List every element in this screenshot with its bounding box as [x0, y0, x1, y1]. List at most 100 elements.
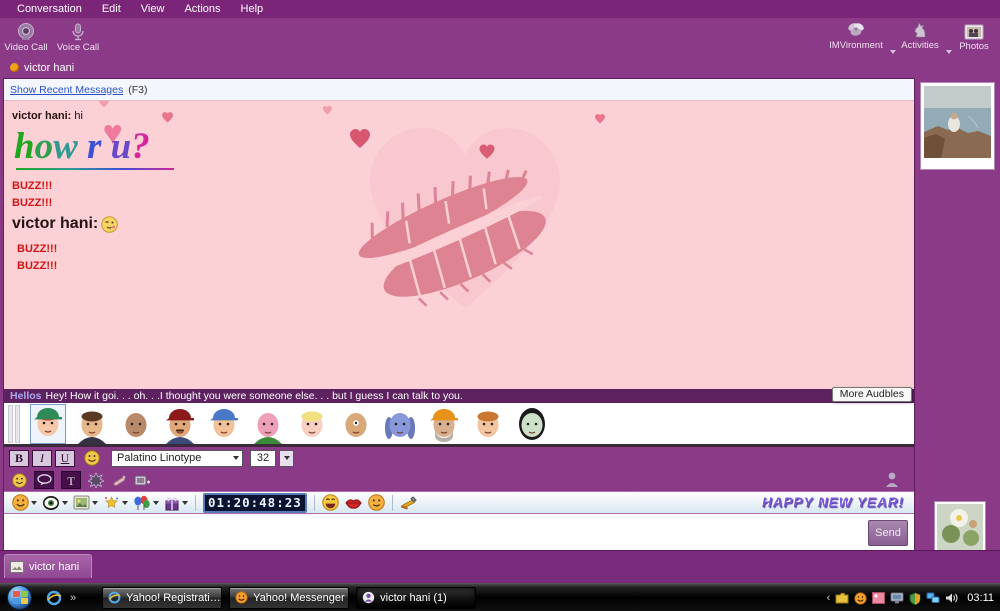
emoticon-icon[interactable] — [12, 473, 27, 488]
buzz-message: BUZZ!!! — [12, 180, 914, 193]
laugh-emoticon[interactable] — [322, 494, 339, 511]
audible-bubble-icon[interactable] — [34, 471, 54, 489]
security-shield-icon[interactable] — [909, 592, 921, 605]
plugin-strip: 01:20:48:23 HAPPY NEW YEAR! — [4, 491, 914, 513]
chevron-down-icon — [182, 501, 188, 505]
volume-icon[interactable] — [945, 592, 958, 604]
lips-kiss-icon[interactable] — [344, 496, 363, 510]
chat-message: victor hani: hi — [12, 109, 914, 123]
avatar-scroll-left-2[interactable] — [15, 405, 20, 443]
contact-display-image — [921, 83, 994, 169]
smiley-emoticon[interactable] — [368, 494, 385, 511]
avatar-bald-man[interactable] — [118, 404, 154, 444]
taskbar-button-yahoo-registration[interactable]: Yahoo! Registration ... — [102, 587, 222, 609]
menu-conversation[interactable]: Conversation — [8, 2, 91, 16]
chevron-down-icon — [284, 456, 290, 460]
new-year-countdown-timer: 01:20:48:23 — [203, 493, 307, 513]
messenger-contact-icon — [362, 591, 375, 604]
im-feature-bar: T — [4, 469, 914, 491]
avatar-pink-round-man[interactable] — [250, 404, 286, 444]
display-tray-icon[interactable] — [890, 592, 904, 604]
avatar-cyclops-man[interactable] — [338, 404, 374, 444]
ie-icon[interactable] — [46, 590, 62, 606]
voice-call-button[interactable]: Voice Call — [52, 19, 104, 56]
recent-messages-bar: Show Recent Messages (F3) — [4, 79, 914, 101]
chevron-down-icon — [62, 501, 68, 505]
avatar-orange-hat-beard-man[interactable] — [426, 404, 462, 444]
chat-history[interactable]: victor hani: hi how r u? BUZZ!!! BUZZ!!!… — [4, 101, 914, 389]
imvironment-button[interactable]: IMVironment — [824, 17, 888, 54]
avatar-blonde-blue-cap[interactable] — [206, 404, 242, 444]
start-button[interactable] — [7, 585, 32, 610]
avatar-girl-green-cap[interactable] — [30, 404, 66, 444]
contact-photo-icon[interactable] — [884, 471, 900, 488]
buzz-icon[interactable] — [88, 472, 104, 488]
activities-button[interactable]: Activities — [896, 17, 944, 54]
taskbar-clock[interactable]: 03:11 — [967, 592, 994, 604]
chess-knight-icon — [912, 21, 928, 39]
desktop: Conversation Edit View Actions Help Vide… — [0, 0, 1000, 611]
photos-icon — [964, 24, 984, 40]
tools-icon[interactable] — [400, 495, 418, 511]
photo-tab-icon — [10, 561, 24, 573]
text-style-icon[interactable]: T — [61, 471, 81, 489]
font-size-dropdown-button[interactable] — [279, 450, 294, 467]
message-input-row: Send — [4, 513, 914, 551]
taskbar-button-yahoo-messenger[interactable]: Yahoo! Messenger — [229, 587, 349, 609]
avatar-man-red-hat[interactable] — [162, 404, 198, 444]
recent-messages-shortcut: (F3) — [128, 84, 147, 96]
bold-button[interactable]: B — [9, 450, 29, 467]
ink-pen-icon[interactable] — [111, 473, 127, 488]
yahoo-tray-icon[interactable] — [854, 592, 867, 605]
photos-button[interactable]: Photos — [952, 19, 996, 56]
conversation-tab[interactable]: victor hani — [4, 554, 92, 578]
balloons-icon[interactable] — [133, 495, 159, 511]
buzz-message: BUZZ!!! — [17, 260, 914, 273]
microphone-icon — [68, 23, 88, 41]
avatar-orange-hair-woman[interactable] — [470, 404, 506, 444]
font-color-smiley-icon[interactable] — [84, 450, 100, 466]
gift-icon[interactable] — [164, 495, 188, 511]
chevron-down-icon — [153, 501, 159, 505]
avatar-scroll-left[interactable] — [8, 405, 13, 443]
audible-avatar-strip — [4, 403, 914, 447]
menu-help[interactable]: Help — [232, 2, 273, 16]
avatar-blue-dog[interactable] — [382, 404, 418, 444]
send-button[interactable]: Send — [868, 520, 908, 546]
message-input[interactable] — [6, 516, 866, 549]
photo-share-icon[interactable] — [73, 495, 98, 510]
system-tray: ‹ 03:11 — [827, 584, 994, 611]
tray-overflow-chevron[interactable]: ‹ — [827, 592, 831, 604]
folder-icon[interactable] — [835, 592, 849, 604]
audible-text: Hey! How it goi. . . oh. . .I thought yo… — [46, 390, 463, 402]
font-family-select[interactable]: Palatino Linotype — [111, 450, 243, 467]
chevron-down-icon — [31, 501, 37, 505]
network-icon[interactable] — [926, 592, 940, 604]
avatar-baby-blonde[interactable] — [294, 404, 330, 444]
photo-tray-icon[interactable] — [872, 592, 885, 604]
video-call-button[interactable]: Video Call — [0, 19, 52, 56]
italic-button[interactable]: I — [32, 450, 52, 467]
taskbar-button-victor-hani[interactable]: victor hani (1) — [356, 587, 476, 609]
happy-new-year-banner: HAPPY NEW YEAR! — [762, 495, 904, 510]
kiss-wink-emoticon — [101, 216, 118, 233]
plugin-icon[interactable] — [134, 473, 151, 488]
menu-view[interactable]: View — [132, 2, 174, 16]
wink-eye-icon[interactable] — [42, 495, 68, 511]
avatar-goth-woman[interactable] — [514, 404, 550, 444]
webcam-sidebar — [915, 78, 1000, 550]
quick-launch-overflow-chevron[interactable]: » — [70, 592, 76, 604]
emoticon-picker-icon[interactable] — [12, 494, 37, 511]
font-size-select[interactable]: 32 — [250, 450, 276, 467]
quick-launch: » — [46, 590, 76, 606]
more-audibles-button[interactable]: More Audbles — [832, 387, 912, 402]
toolbar: Video Call Voice Call IMVironment — [0, 18, 1000, 57]
underline-button[interactable]: U — [55, 450, 75, 467]
party-icon[interactable] — [103, 495, 128, 511]
menu-actions[interactable]: Actions — [175, 2, 229, 16]
show-recent-messages-link[interactable]: Show Recent Messages — [10, 84, 123, 96]
avatar-man-suit[interactable] — [74, 404, 110, 444]
menu-edit[interactable]: Edit — [93, 2, 130, 16]
windows-taskbar: » Yahoo! Registration ... Yahoo! Messeng… — [0, 583, 1000, 611]
contact-name: victor hani — [24, 62, 74, 74]
